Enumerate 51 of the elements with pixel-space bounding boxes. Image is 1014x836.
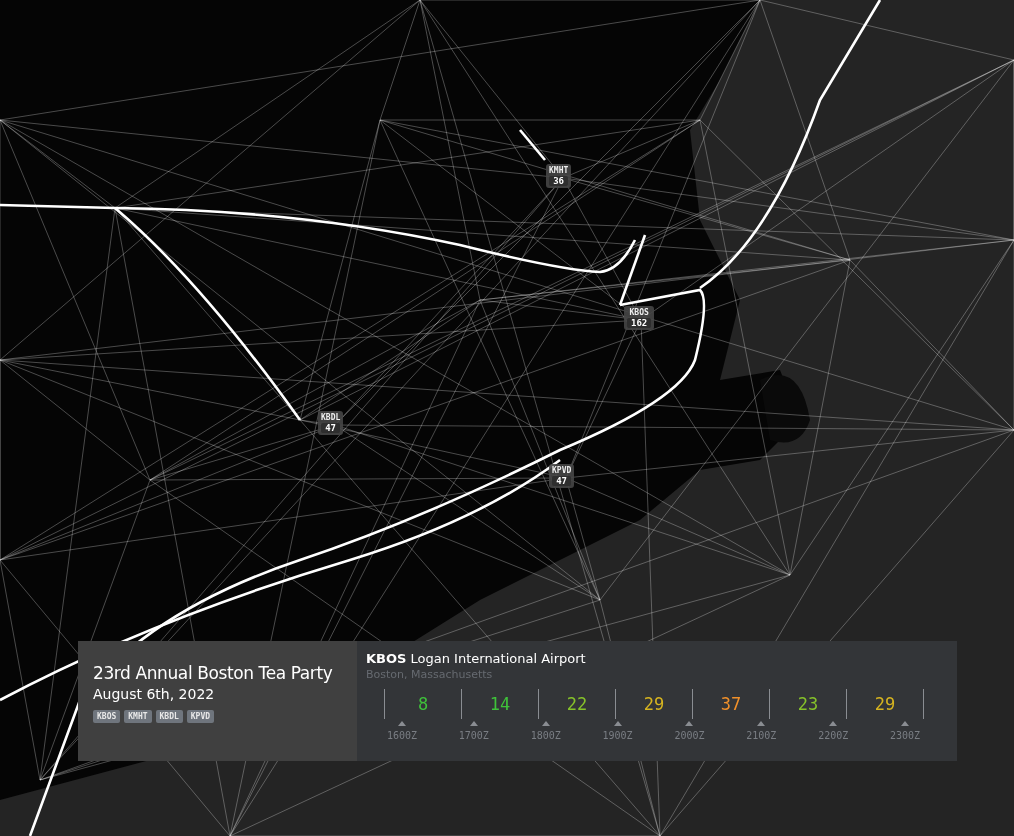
airport-tag[interactable]: KBDL: [155, 710, 183, 723]
hour-label: 1600Z: [386, 730, 417, 741]
airport-code: KMHT: [549, 166, 569, 175]
caret-icon: [397, 721, 406, 726]
airport-marker[interactable]: KBDL 47: [318, 411, 344, 435]
caret-icon: [685, 721, 694, 726]
hourly-count: 37: [719, 694, 743, 714]
hourly-count: 14: [488, 694, 512, 714]
airport-marker[interactable]: KMHT 36: [546, 164, 572, 188]
airport-code: KPVD: [552, 466, 572, 475]
hour-label: 2300Z: [890, 730, 921, 741]
airport-code: KBDL: [321, 413, 341, 422]
caret-icon: [541, 721, 550, 726]
airport-tag[interactable]: KPVD: [186, 710, 215, 723]
caret-icon: [613, 721, 622, 726]
tick-line: [615, 689, 616, 719]
flight-count: 36: [549, 176, 569, 186]
hour-label: 1900Z: [602, 730, 633, 741]
caret-icon: [757, 721, 766, 726]
flight-count: 47: [321, 423, 341, 433]
tick-line: [692, 689, 693, 719]
flight-count: 47: [552, 476, 572, 486]
hour-label: 1800Z: [530, 730, 561, 741]
tick-line: [384, 689, 385, 719]
caret-icon: [829, 721, 838, 726]
tick-line: [769, 689, 770, 719]
event-title: 23rd Annual Boston Tea Party: [93, 663, 334, 683]
tick-line: [538, 689, 539, 719]
caret-icon: [469, 721, 478, 726]
hour-label: 2200Z: [818, 730, 849, 741]
airport-code: KBOS: [629, 308, 649, 317]
flight-count: 162: [627, 318, 652, 328]
hourly-count: 29: [873, 694, 897, 714]
hour-label: 2000Z: [674, 730, 705, 741]
hourly-count: 8: [416, 694, 430, 714]
airport-marker[interactable]: KBOS 162: [624, 306, 655, 330]
airport-location: Boston, Massachusetts: [366, 668, 494, 681]
airport-tag[interactable]: KBOS: [93, 710, 121, 723]
airport-name: KBOS Logan International Airport: [366, 651, 587, 666]
hour-label: 1700Z: [458, 730, 489, 741]
hour-label: 2100Z: [746, 730, 777, 741]
tick-line: [923, 689, 924, 719]
hourly-count: 22: [565, 694, 589, 714]
hourly-count: 29: [642, 694, 666, 714]
airport-marker[interactable]: KPVD 47: [549, 464, 575, 488]
event-date: August 6th, 2022: [93, 686, 216, 702]
caret-icon: [901, 721, 910, 726]
tick-line: [846, 689, 847, 719]
hourly-count: 23: [796, 694, 820, 714]
tick-line: [461, 689, 462, 719]
airport-tag[interactable]: KMHT: [124, 710, 152, 723]
